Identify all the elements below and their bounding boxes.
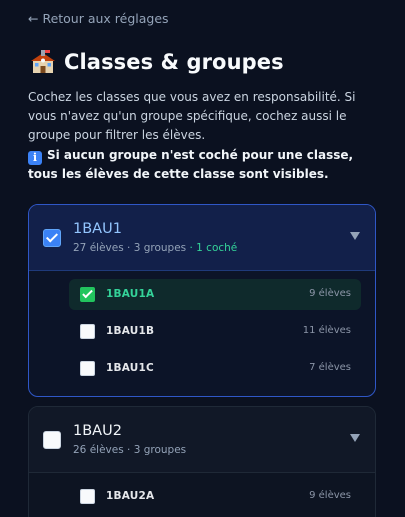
back-to-settings-link[interactable]: ← Retour aux réglages (28, 11, 169, 26)
chevron-down-icon[interactable] (350, 434, 360, 442)
page-title-row: Classes & groupes (30, 49, 284, 75)
group-row-1bau1b[interactable]: 1BAU1B 11 élèves (69, 316, 361, 347)
class-meta: 26 élèves · 3 groupes (73, 444, 186, 456)
intro-text: Cochez les classes que vous avez en resp… (28, 90, 356, 142)
group-name: 1BAU1A (106, 288, 155, 300)
class-meta-summary: 26 élèves · 3 groupes (73, 444, 187, 456)
class-card-1bau2: 1BAU2 26 élèves · 3 groupes 1BAU2A 9 élè… (28, 406, 376, 517)
class-name: 1BAU2 (73, 423, 122, 439)
group-name: 1BAU2A (106, 490, 155, 502)
group-row-1bau2a[interactable]: 1BAU2A 9 élèves (69, 481, 361, 512)
class-card-1bau1: 1BAU1 27 élèves · 3 groupes · 1 coché 1B… (28, 204, 376, 397)
chevron-down-icon[interactable] (350, 232, 360, 240)
group-student-count: 9 élèves (309, 288, 351, 299)
info-note: i Si aucun groupe n'est coché pour une cl… (28, 146, 378, 184)
group-list-1bau1: 1BAU1A 9 élèves 1BAU1B 11 élèves 1BAU1C … (29, 271, 375, 396)
group-student-count: 7 élèves (309, 362, 351, 373)
class-checkbox-1bau2[interactable] (43, 431, 61, 449)
class-meta-checked-count: · 1 coché (186, 242, 238, 254)
group-checkbox-1bau1a[interactable] (80, 287, 95, 302)
class-name: 1BAU1 (73, 221, 122, 237)
info-icon: i (28, 151, 42, 165)
classes-groups-page: ← Retour aux réglages Classes & groupes … (0, 0, 405, 517)
class-meta-summary: 27 élèves · 3 groupes (73, 242, 187, 254)
group-list-1bau2: 1BAU2A 9 élèves (29, 473, 375, 517)
group-checkbox-1bau1b[interactable] (80, 324, 95, 339)
check-icon (82, 287, 93, 299)
check-icon (45, 230, 59, 243)
school-building-icon (30, 49, 56, 75)
class-header-1bau1[interactable]: 1BAU1 27 élèves · 3 groupes · 1 coché (29, 205, 375, 271)
class-meta: 27 élèves · 3 groupes · 1 coché (73, 242, 237, 254)
group-row-1bau1a[interactable]: 1BAU1A 9 élèves (69, 279, 361, 310)
page-title: Classes & groupes (64, 50, 284, 74)
class-header-1bau2[interactable]: 1BAU2 26 élèves · 3 groupes (29, 407, 375, 473)
group-checkbox-1bau1c[interactable] (80, 361, 95, 376)
group-student-count: 11 élèves (302, 325, 351, 336)
group-name: 1BAU1C (106, 362, 154, 374)
info-note-text: Si aucun groupe n'est coché pour une cla… (28, 148, 354, 181)
group-row-1bau1c[interactable]: 1BAU1C 7 élèves (69, 353, 361, 384)
group-student-count: 9 élèves (309, 490, 351, 501)
class-checkbox-1bau1[interactable] (43, 229, 61, 247)
group-name: 1BAU1B (106, 325, 155, 337)
group-checkbox-1bau2a[interactable] (80, 489, 95, 504)
